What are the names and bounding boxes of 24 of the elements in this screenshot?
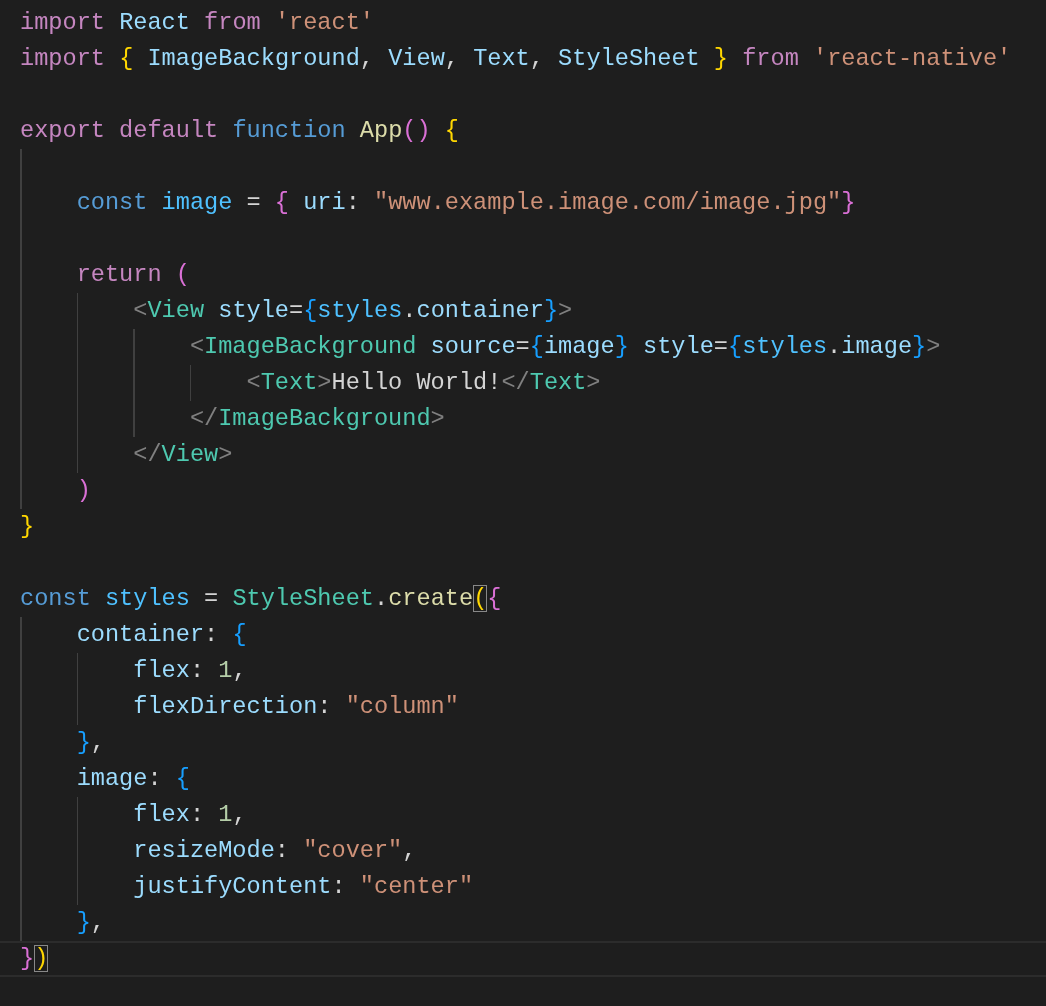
code-line: image: { [76, 764, 190, 794]
indent-guide [189, 365, 192, 401]
code-line: <ImageBackground source={image} style={styles.image}> [189, 332, 941, 362]
code-line: const styles = StyleSheet.create({ [20, 584, 502, 614]
code-line: container: { [76, 620, 247, 650]
code-line: <Text>Hello World!</Text> [246, 368, 601, 398]
code-line: resizeMode: "cover", [133, 836, 417, 866]
code-line: flex: 1, [133, 800, 247, 830]
code-line: const image = { uri: "www.example.image.com/image.jpg"} [76, 188, 856, 218]
code-line: import React from 'react' [20, 8, 374, 38]
code-line: justifyContent: "center" [133, 872, 474, 902]
code-line: ) [76, 476, 91, 506]
code-line: } [20, 512, 35, 542]
code-line: </View> [133, 440, 233, 470]
code-line: }, [76, 728, 105, 758]
code-line: import { ImageBackground, View, Text, StyleSheet } from 'react-native' [20, 44, 1012, 74]
code-line: flexDirection: "column" [133, 692, 459, 722]
code-line: </ImageBackground> [189, 404, 445, 434]
code-line: return ( [76, 260, 190, 290]
code-line: flex: 1, [133, 656, 247, 686]
code-line: }, [76, 908, 105, 938]
code-line: export default function App() { [20, 116, 459, 146]
code-line: }) [20, 944, 49, 974]
code-line: <View style={styles.container}> [133, 296, 573, 326]
